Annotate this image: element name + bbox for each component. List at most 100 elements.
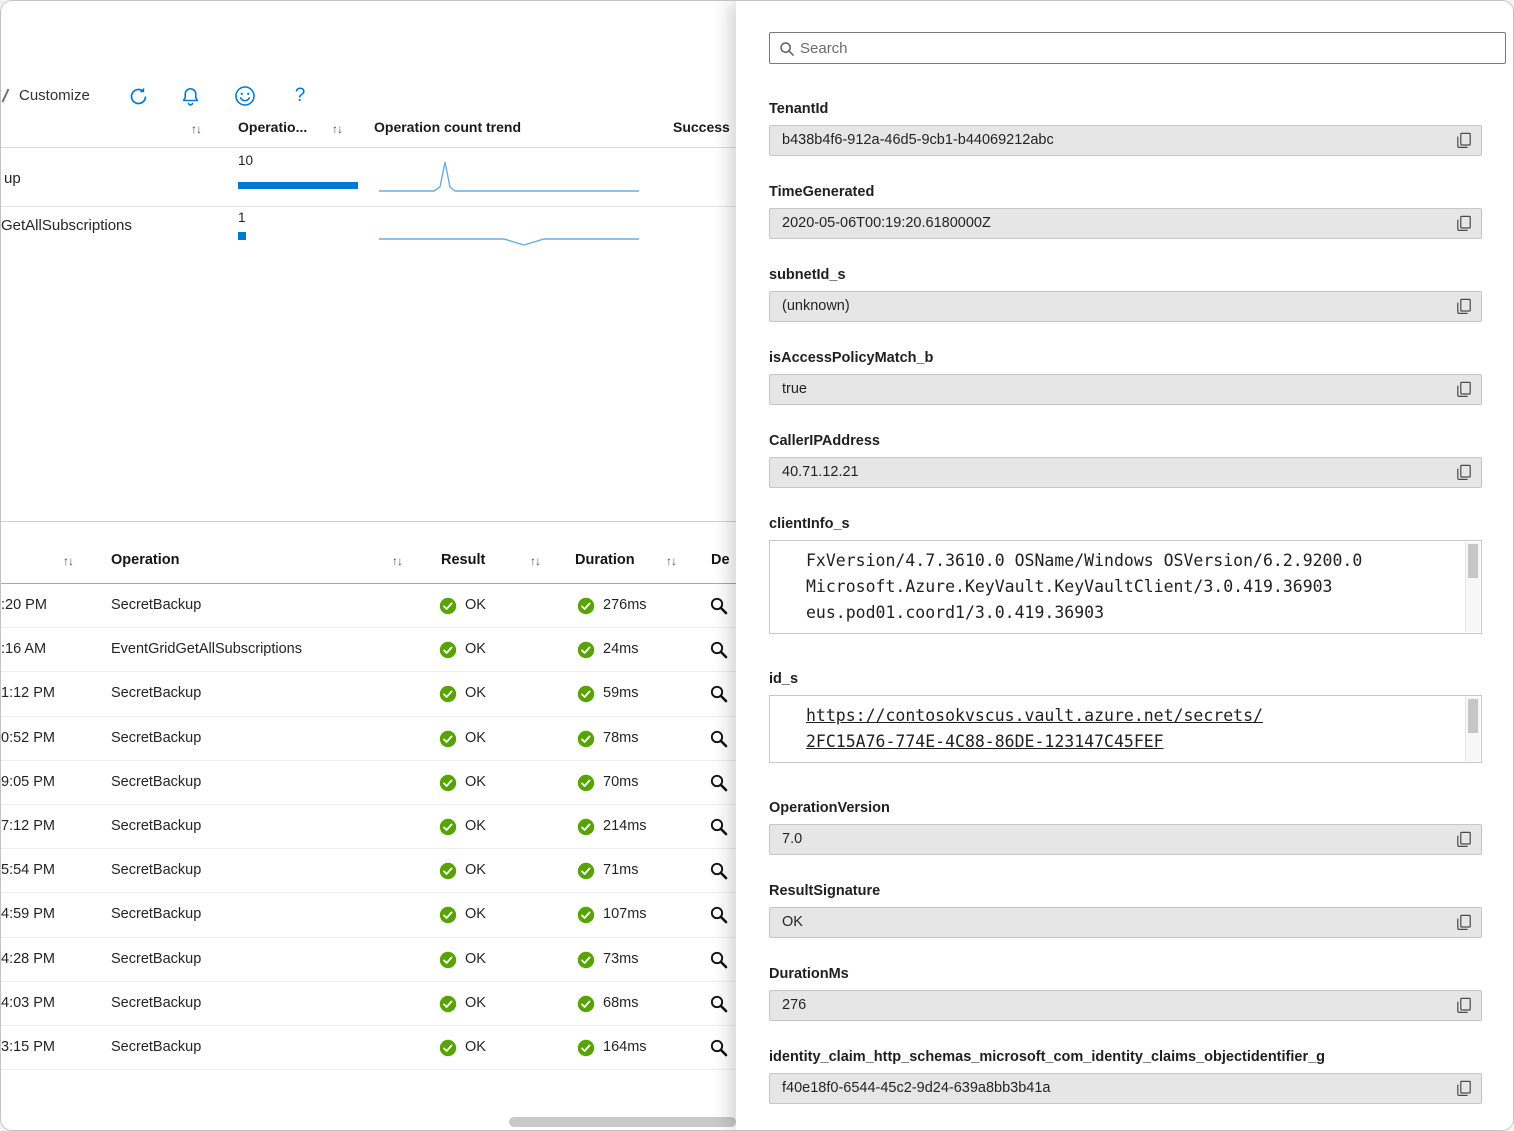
row-time: 5:54 PM <box>1 862 55 878</box>
col-duration[interactable]: Duration <box>575 552 635 568</box>
row-operation: SecretBackup <box>111 1039 201 1055</box>
table-row[interactable]: 4:03 PM SecretBackup OK 68ms <box>1 982 736 1026</box>
detail-field: CallerIPAddress 40.71.12.21 <box>769 431 1482 488</box>
sort-toggle[interactable]: ↑↓ <box>332 122 342 136</box>
row-operation: SecretBackup <box>111 774 201 790</box>
field-value-box: OK <box>769 907 1482 938</box>
sort-toggle[interactable]: ↑↓ <box>191 122 201 136</box>
feedback-smiley-icon[interactable] <box>234 85 256 107</box>
table-row[interactable]: :16 AM EventGridGetAllSubscriptions OK 2… <box>1 628 736 672</box>
copy-icon[interactable] <box>1456 464 1474 482</box>
details-magnifier-icon[interactable] <box>709 861 729 886</box>
col-operation[interactable]: Operation <box>111 552 179 568</box>
summary-row-operation[interactable]: up <box>4 170 21 187</box>
help-icon[interactable]: ? <box>289 85 311 107</box>
table-row[interactable]: 9:05 PM SecretBackup OK 70ms <box>1 761 736 805</box>
duration-ok-icon <box>577 1039 595 1057</box>
sort-toggle[interactable]: ↑↓ <box>666 554 676 568</box>
copy-icon[interactable] <box>1456 831 1474 849</box>
table-row[interactable]: 3:15 PM SecretBackup OK 164ms <box>1 1026 736 1070</box>
row-time: :20 PM <box>1 597 47 613</box>
row-time: 0:52 PM <box>1 730 55 746</box>
sort-toggle[interactable]: ↑↓ <box>530 554 540 568</box>
result-ok-icon <box>439 995 457 1013</box>
results-rows: :20 PM SecretBackup OK 276ms :16 AM Even… <box>1 584 736 1070</box>
result-ok-icon <box>439 906 457 924</box>
details-magnifier-icon[interactable] <box>709 640 729 665</box>
search-box[interactable] <box>769 32 1506 64</box>
field-label: CallerIPAddress <box>769 431 1482 451</box>
refresh-icon[interactable] <box>127 85 149 107</box>
result-ok-icon <box>439 774 457 792</box>
horizontal-scrollbar-thumb[interactable] <box>509 1117 736 1127</box>
detail-field: TimeGenerated 2020-05-06T00:19:20.618000… <box>769 182 1482 239</box>
summary-row-operation[interactable]: GetAllSubscriptions <box>1 217 132 234</box>
col-success[interactable]: Success <box>673 119 730 135</box>
detail-field: isAccessPolicyMatch_b true <box>769 348 1482 405</box>
row-duration-label: 59ms <box>603 685 638 701</box>
field-value-box: 7.0 <box>769 824 1482 855</box>
table-row[interactable]: 4:28 PM SecretBackup OK 73ms <box>1 938 736 982</box>
row-operation: SecretBackup <box>111 818 201 834</box>
sort-toggle[interactable]: ↑↓ <box>392 554 402 568</box>
alert-bell-icon[interactable] <box>179 85 201 107</box>
field-label: TimeGenerated <box>769 182 1482 202</box>
details-magnifier-icon[interactable] <box>709 905 729 930</box>
details-magnifier-icon[interactable] <box>709 684 729 709</box>
scrollbar[interactable] <box>1465 697 1480 761</box>
duration-ok-icon <box>577 951 595 969</box>
field-mono-box: https://contosokvscus.vault.azure.net/se… <box>769 695 1482 763</box>
field-value-box: 40.71.12.21 <box>769 457 1482 488</box>
search-input[interactable] <box>800 33 1499 63</box>
copy-icon[interactable] <box>1456 997 1474 1015</box>
search-icon <box>779 41 795 57</box>
details-magnifier-icon[interactable] <box>709 596 729 621</box>
col-operation-truncated[interactable]: Operatio... <box>238 119 307 135</box>
col-details[interactable]: De <box>711 552 730 568</box>
field-value-box: b438b4f6-912a-46d5-9cb1-b44069212abc <box>769 125 1482 156</box>
row-result-label: OK <box>465 597 486 613</box>
details-magnifier-icon[interactable] <box>709 817 729 842</box>
table-row[interactable]: :20 PM SecretBackup OK 276ms <box>1 584 736 628</box>
copy-icon[interactable] <box>1456 298 1474 316</box>
field-value: 40.71.12.21 <box>782 464 859 480</box>
copy-icon[interactable] <box>1456 215 1474 233</box>
copy-icon[interactable] <box>1456 132 1474 150</box>
details-magnifier-icon[interactable] <box>709 950 729 975</box>
result-ok-icon <box>439 818 457 836</box>
row-result-label: OK <box>465 685 486 701</box>
table-row[interactable]: 5:54 PM SecretBackup OK 71ms <box>1 849 736 893</box>
sort-toggle[interactable]: ↑↓ <box>63 554 73 568</box>
col-result[interactable]: Result <box>441 552 485 568</box>
scrollbar[interactable] <box>1465 542 1480 632</box>
duration-ok-icon <box>577 995 595 1013</box>
field-value: f40e18f0-6544-45c2-9d24-639a8bb3b41a <box>782 1080 1050 1096</box>
details-magnifier-icon[interactable] <box>709 994 729 1019</box>
table-row[interactable]: 7:12 PM SecretBackup OK 214ms <box>1 805 736 849</box>
field-label: id_s <box>769 669 1482 689</box>
details-magnifier-icon[interactable] <box>709 729 729 754</box>
details-magnifier-icon[interactable] <box>709 773 729 798</box>
field-value: true <box>782 381 807 397</box>
scrollbar-thumb[interactable] <box>1468 544 1478 578</box>
field-label: ResultSignature <box>769 881 1482 901</box>
duration-ok-icon <box>577 862 595 880</box>
row-duration-label: 73ms <box>603 951 638 967</box>
details-magnifier-icon[interactable] <box>709 1038 729 1063</box>
field-value-box: (unknown) <box>769 291 1482 322</box>
col-operation-count-trend[interactable]: Operation count trend <box>374 119 521 135</box>
table-row[interactable]: 1:12 PM SecretBackup OK 59ms <box>1 672 736 716</box>
copy-icon[interactable] <box>1456 1080 1474 1098</box>
copy-icon[interactable] <box>1456 381 1474 399</box>
table-row[interactable]: 0:52 PM SecretBackup OK 78ms <box>1 717 736 761</box>
count-bar <box>238 182 358 189</box>
table-row[interactable]: 4:59 PM SecretBackup OK 107ms <box>1 893 736 937</box>
scrollbar-thumb[interactable] <box>1468 699 1478 733</box>
row-operation: SecretBackup <box>111 730 201 746</box>
copy-icon[interactable] <box>1456 914 1474 932</box>
row-result-label: OK <box>465 818 486 834</box>
field-value-box: true <box>769 374 1482 405</box>
details-fields: TenantId b438b4f6-912a-46d5-9cb1-b440692… <box>769 99 1482 1130</box>
operation-count: 1 <box>238 210 246 225</box>
customize-button[interactable]: Customize <box>19 87 90 104</box>
